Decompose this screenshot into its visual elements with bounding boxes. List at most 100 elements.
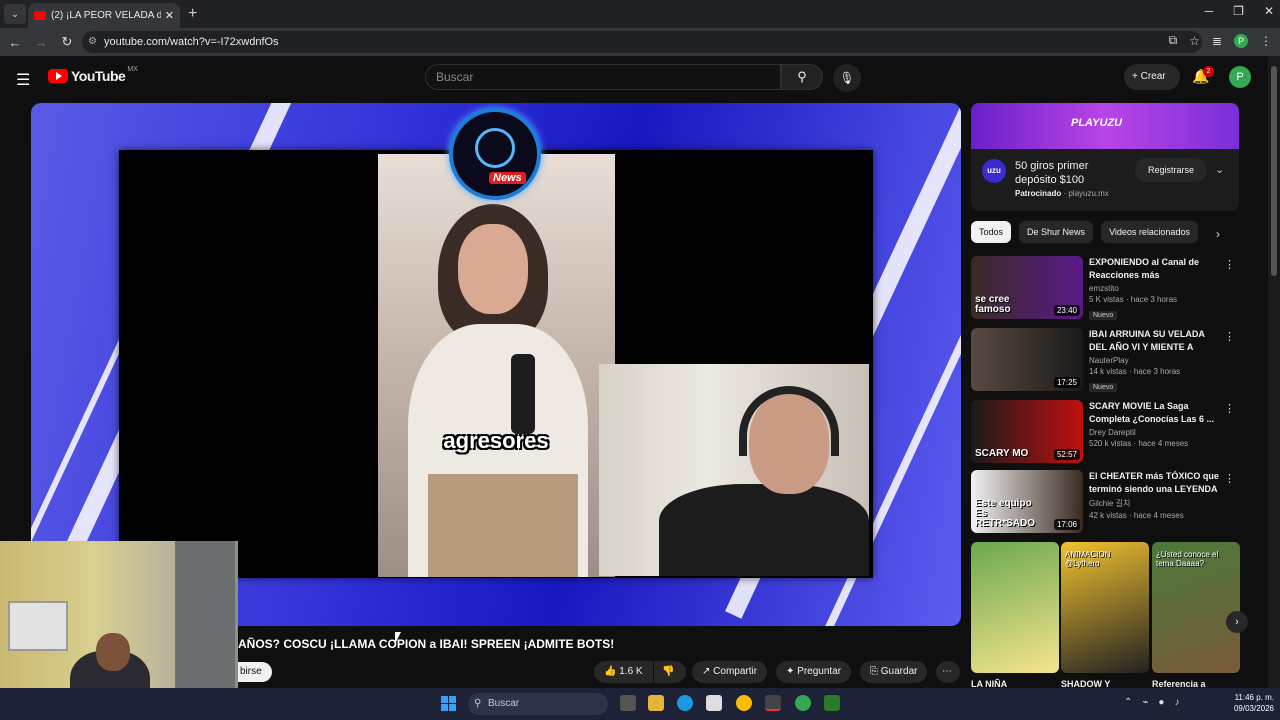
recommendation-item[interactable]: Este equipo Es RETR*SADO 17:06 El CHEATER …	[971, 470, 1239, 534]
save-button[interactable]: ⎘ Guardar	[860, 661, 928, 683]
recommendation-title[interactable]: EXPONIENDO al Canal de Reacciones más EG…	[1089, 256, 1224, 282]
volume-icon[interactable]: ♪	[1174, 697, 1179, 708]
file-explorer-icon[interactable]	[648, 695, 664, 711]
video-streamer	[599, 364, 869, 576]
minimize-icon[interactable]: ─	[1205, 4, 1214, 18]
maximize-icon[interactable]: ❐	[1233, 4, 1244, 18]
install-app-icon[interactable]: ⧉	[1169, 33, 1178, 48]
scrollbar-thumb[interactable]	[1271, 66, 1277, 276]
account-avatar[interactable]: P	[1229, 66, 1251, 88]
recommendation-channel[interactable]: NauterPlay	[1089, 356, 1224, 365]
chevron-down-icon[interactable]: ⌄	[1215, 163, 1224, 176]
more-options-icon[interactable]: ⋮	[1224, 472, 1235, 485]
profile-avatar[interactable]: P	[1234, 33, 1248, 48]
mic-icon[interactable]: ●	[1158, 697, 1164, 708]
store-icon[interactable]	[706, 695, 722, 711]
close-window-icon[interactable]: ✕	[1264, 4, 1274, 18]
menu-icon[interactable]: ☰	[16, 70, 30, 90]
tab-search-icon[interactable]: ⌄	[4, 4, 26, 24]
chip-related[interactable]: Videos relacionados	[1101, 221, 1198, 243]
chip-channel[interactable]: De Shur News	[1019, 221, 1094, 243]
recommendation-item[interactable]: 17:25 IBAI ARRUINA SU VELADA DEL AÑO VI Y…	[971, 328, 1239, 392]
network-icon[interactable]: ⌁	[1142, 697, 1148, 708]
more-icon: ⋯	[942, 666, 952, 677]
recommendation-item[interactable]: se cree famoso 23:40 EXPONIENDO al Canal d…	[971, 256, 1239, 320]
more-options-icon[interactable]: ⋮	[1224, 402, 1235, 415]
chrome-profile-icon[interactable]	[795, 695, 811, 711]
taskbar-search[interactable]: ⚲ Buscar	[468, 693, 608, 715]
video-thumbnail[interactable]: 17:25	[971, 328, 1083, 391]
shorts-next-icon[interactable]: ›	[1226, 611, 1248, 633]
short-title[interactable]: SHADOW Y	[1061, 679, 1110, 689]
recommendation-views: 42 k vistas · hace 4 meses	[1089, 511, 1184, 520]
recommendation-channel[interactable]: emzstito	[1089, 284, 1224, 293]
recommendation-title[interactable]: IBAI ARRUINA SU VELADA DEL AÑO VI Y MIEN…	[1089, 328, 1224, 354]
reload-icon[interactable]: ↻	[56, 34, 78, 50]
more-options-icon[interactable]: ⋮	[1224, 330, 1235, 343]
video-caption: agresores	[443, 428, 549, 453]
tab-close-icon[interactable]: ✕	[165, 9, 174, 22]
recommendation-title[interactable]: SCARY MOVIE La Saga Completa ¿Conocías L…	[1089, 400, 1224, 426]
tab-title: (2) ¡LA PEOR VELADA de IB...	[51, 10, 161, 21]
chrome-icon[interactable]	[736, 695, 752, 711]
edge-icon[interactable]	[677, 695, 693, 711]
forward-icon[interactable]: →	[30, 35, 52, 50]
bookmark-star-icon[interactable]: ☆	[1189, 34, 1200, 48]
recommendation-info: El CHEATER más TÓXICO que terminó siendo…	[1089, 470, 1224, 520]
thumbnail-text: se cree famoso	[975, 294, 1011, 315]
short-title[interactable]: LA NIÑA	[971, 679, 1007, 689]
like-count: 1.6 K	[619, 666, 643, 677]
taskbar-clock[interactable]: 11:46 p. m. 09/03/2026	[1220, 692, 1274, 714]
ad-register-button[interactable]: Registrarse	[1135, 158, 1207, 182]
app-icon[interactable]	[824, 695, 840, 711]
chip-all[interactable]: Todos	[971, 221, 1012, 243]
new-tab-icon[interactable]: +	[188, 5, 197, 23]
recommendation-channel[interactable]: Drey Dareptil	[1089, 428, 1224, 437]
create-button[interactable]: + Crear	[1124, 64, 1180, 90]
short-thumbnail[interactable]	[971, 542, 1059, 673]
short-overlay-text: ¿Usted conoce el tema Daaaa?	[1156, 550, 1219, 568]
recommendation-title[interactable]: El CHEATER más TÓXICO que terminó siendo…	[1089, 470, 1224, 496]
short-thumbnail[interactable]: ANIMACION @Lythero	[1061, 542, 1149, 673]
ad-banner[interactable]: PLAYUZU	[971, 103, 1239, 149]
ask-button[interactable]: ✦ Preguntar	[776, 661, 852, 683]
more-options-icon[interactable]: ⋮	[1224, 258, 1235, 271]
recommendation-item[interactable]: SCARY MO 52:57 SCARY MOVIE La Saga Complet…	[971, 400, 1239, 464]
windows-start-icon[interactable]	[441, 696, 456, 711]
address-bar[interactable]: ⚙ youtube.com/watch?v=-I72xwdnfOs	[82, 31, 1202, 53]
recommendation-channel[interactable]: Gilchie 길치	[1089, 498, 1224, 509]
tray-chevron-icon[interactable]: ⌃	[1124, 697, 1132, 708]
reading-list-icon[interactable]: ≣	[1212, 34, 1222, 48]
more-actions-button[interactable]: ⋯	[936, 661, 960, 683]
chevron-right-icon[interactable]: ›	[1216, 227, 1220, 241]
search-input[interactable]: Buscar	[425, 64, 781, 90]
browser-menu-icon[interactable]: ⋮	[1260, 34, 1272, 48]
like-button[interactable]: 👍 1.6 K	[594, 661, 653, 683]
sparkle-icon: ✦	[786, 666, 795, 677]
sponsored-ad[interactable]: PLAYUZU uzu 50 giros primer depósito $10…	[971, 103, 1239, 211]
dislike-button[interactable]: 👎	[654, 661, 686, 683]
subscribe-button[interactable]: birse	[238, 662, 272, 682]
youtube-play-icon	[48, 69, 68, 83]
search-button[interactable]: ⚲	[781, 64, 823, 90]
url-text: youtube.com/watch?v=-I72xwdnfOs	[104, 36, 279, 48]
dislike-icon: 👎	[662, 666, 675, 677]
recommendation-info: EXPONIENDO al Canal de Reacciones más EG…	[1089, 256, 1224, 322]
share-button[interactable]: ↗ Compartir	[692, 661, 768, 683]
video-thumbnail[interactable]: Este equipo Es RETR*SADO 17:06	[971, 470, 1083, 533]
youtube-logo[interactable]: YouTube MX	[48, 66, 138, 84]
short-thumbnail[interactable]: ¿Usted conoce el tema Daaaa?	[1152, 542, 1240, 673]
short-title[interactable]: Referencia a	[1152, 679, 1206, 689]
site-info-icon[interactable]: ⚙	[88, 36, 97, 47]
voice-search-button[interactable]: 🎙	[833, 64, 861, 92]
video-thumbnail[interactable]: se cree famoso 23:40	[971, 256, 1083, 319]
browser-tab[interactable]: (2) ¡LA PEOR VELADA de IB... ✕	[28, 3, 180, 28]
video-thumbnail[interactable]: SCARY MO 52:57	[971, 400, 1083, 463]
back-icon[interactable]: ←	[4, 35, 26, 50]
youtube-header: ☰ YouTube MX Buscar ⚲ 🎙 + Crear 🔔 2 P	[0, 56, 1268, 100]
ad-domain: playuzu.mx	[1068, 189, 1109, 198]
filter-chips: Todos De Shur News Videos relacionados	[971, 221, 1198, 243]
app-icon[interactable]	[765, 695, 781, 711]
task-view-icon[interactable]	[620, 695, 636, 711]
page-scrollbar[interactable]	[1268, 56, 1280, 696]
